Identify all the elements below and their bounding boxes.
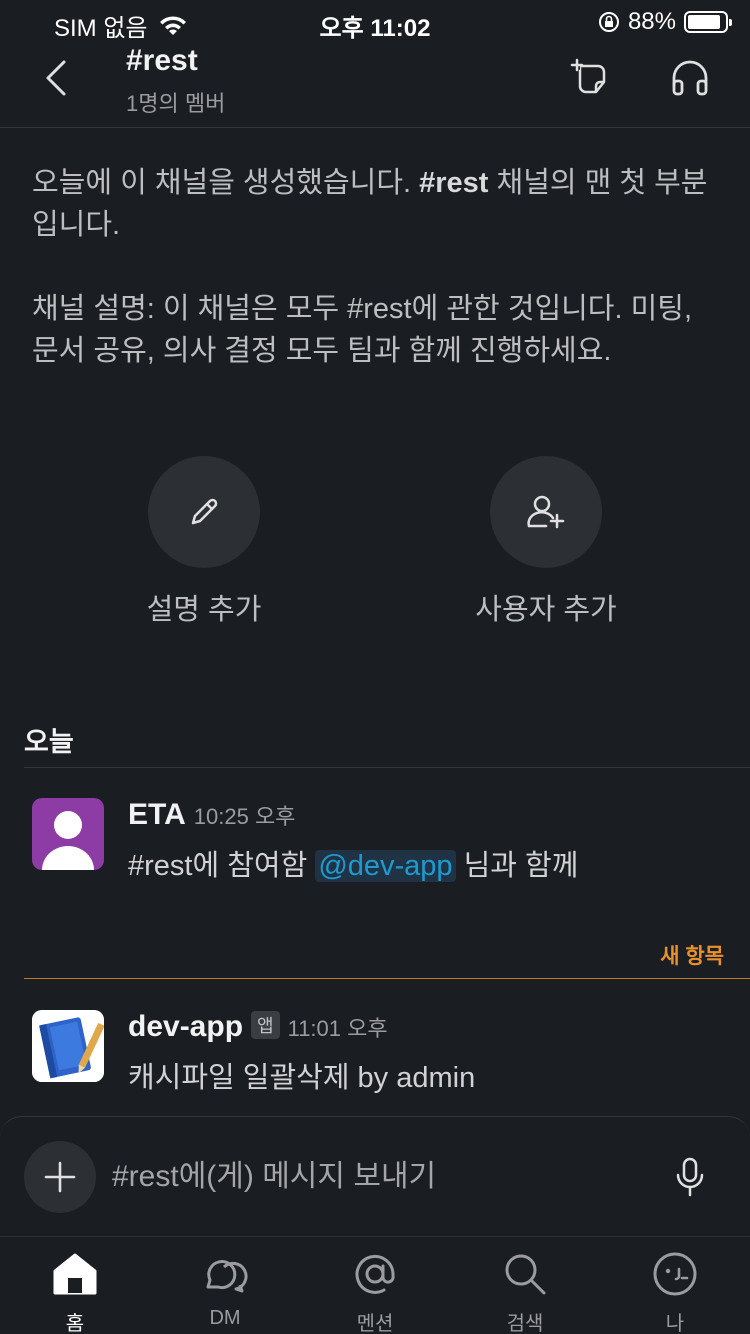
chevron-left-icon xyxy=(46,60,66,96)
member-count[interactable]: 1명의 멤버 xyxy=(126,86,225,118)
tab-search-label[interactable]: 검색 xyxy=(450,1307,600,1334)
message-text-prefix: #rest에 참여함 xyxy=(128,850,316,882)
message-composer xyxy=(0,1116,750,1238)
day-divider-line xyxy=(24,767,750,768)
avatar[interactable] xyxy=(32,1010,104,1082)
add-description-button[interactable]: 설명 추가 xyxy=(104,456,304,628)
tab-mentions-label[interactable]: 멘션 xyxy=(300,1307,450,1334)
tab-mentions[interactable]: 멘션 xyxy=(300,1247,450,1334)
add-user-circle[interactable] xyxy=(490,456,602,568)
add-person-icon xyxy=(527,495,565,529)
add-description-circle[interactable] xyxy=(148,456,260,568)
dm-icon xyxy=(206,1260,248,1293)
channel-description: 채널 설명: 이 채널은 모두 #rest에 관한 것입니다. 미팅, 문서 공… xyxy=(32,293,693,367)
channel-created-text: 오늘에 이 채널을 생성했습니다. #rest 채널의 맨 첫 부분입니다. xyxy=(32,162,722,246)
huddle-button[interactable] xyxy=(668,56,712,100)
new-items-label: 새 항목 xyxy=(660,945,724,968)
channel-title[interactable]: #rest xyxy=(126,44,198,78)
battery-percent: 88% xyxy=(627,8,676,35)
microphone-icon xyxy=(676,1157,704,1197)
message-sender[interactable]: ETA 10:25 오후 xyxy=(128,798,295,832)
canvas-button[interactable] xyxy=(570,56,614,100)
voice-button[interactable] xyxy=(668,1153,712,1201)
headphones-icon xyxy=(672,60,708,96)
back-button[interactable] xyxy=(36,54,80,102)
add-user-button[interactable]: 사용자 추가 xyxy=(446,456,646,628)
message-time: 11:01 오후 xyxy=(287,1016,388,1041)
status-bar: SIM 없음 오후 11:02 88% xyxy=(0,0,750,42)
new-items-line xyxy=(24,978,750,979)
add-description-label[interactable]: 설명 추가 xyxy=(104,586,304,628)
sender-name[interactable]: ETA xyxy=(128,798,186,831)
add-user-label[interactable]: 사용자 추가 xyxy=(446,586,646,628)
app-badge: 앱 xyxy=(251,1011,280,1039)
profile-icon xyxy=(653,1252,697,1296)
tab-you[interactable]: 나 xyxy=(600,1247,750,1334)
message-text: 캐시파일 일괄삭제 by admin xyxy=(128,1062,476,1094)
created-prefix: 오늘에 이 채널을 생성했습니다. xyxy=(32,167,420,199)
user-avatar-icon xyxy=(42,811,94,870)
orientation-lock-icon xyxy=(598,12,619,32)
battery-icon xyxy=(684,11,732,33)
pencil-icon xyxy=(191,498,218,525)
tab-search[interactable]: 검색 xyxy=(450,1247,600,1334)
message-text: #rest에 참여함 @dev-app 님과 함께 xyxy=(128,842,578,884)
message-input[interactable] xyxy=(112,1153,652,1201)
canvas-add-icon xyxy=(570,58,606,94)
tab-home-label[interactable]: 홈 xyxy=(0,1307,150,1334)
channel-header: #rest 1명의 멤버 xyxy=(0,40,750,128)
tab-you-label[interactable]: 나 xyxy=(600,1307,750,1334)
home-icon xyxy=(53,1253,97,1295)
channel-name-bold: #rest xyxy=(419,167,489,199)
message-time: 10:25 오후 xyxy=(193,804,296,829)
sender-name[interactable]: dev-app xyxy=(128,1010,243,1043)
tab-home[interactable]: 홈 xyxy=(0,1247,150,1334)
mention-icon xyxy=(355,1254,395,1294)
battery-fill xyxy=(688,15,720,29)
tab-dm-label[interactable]: DM xyxy=(150,1307,300,1330)
message-sender[interactable]: dev-app 앱 11:01 오후 xyxy=(128,1010,388,1044)
message-text-suffix: 님과 함께 xyxy=(455,850,579,882)
book-app-icon xyxy=(32,1010,104,1082)
channel-intro: 오늘에 이 채널을 생성했습니다. #rest 채널의 맨 첫 부분입니다. 채… xyxy=(32,162,722,372)
user-mention[interactable]: @dev-app xyxy=(315,850,456,882)
attach-button[interactable] xyxy=(24,1141,96,1213)
plus-icon xyxy=(44,1161,76,1193)
search-icon xyxy=(505,1254,546,1295)
avatar[interactable] xyxy=(32,798,104,870)
status-right: 88% xyxy=(598,8,732,36)
day-divider-label: 오늘 xyxy=(24,727,74,757)
tab-dm[interactable]: DM xyxy=(150,1247,300,1330)
bottom-tab-bar: 홈 DM 멘션 검색 나 xyxy=(0,1236,750,1334)
